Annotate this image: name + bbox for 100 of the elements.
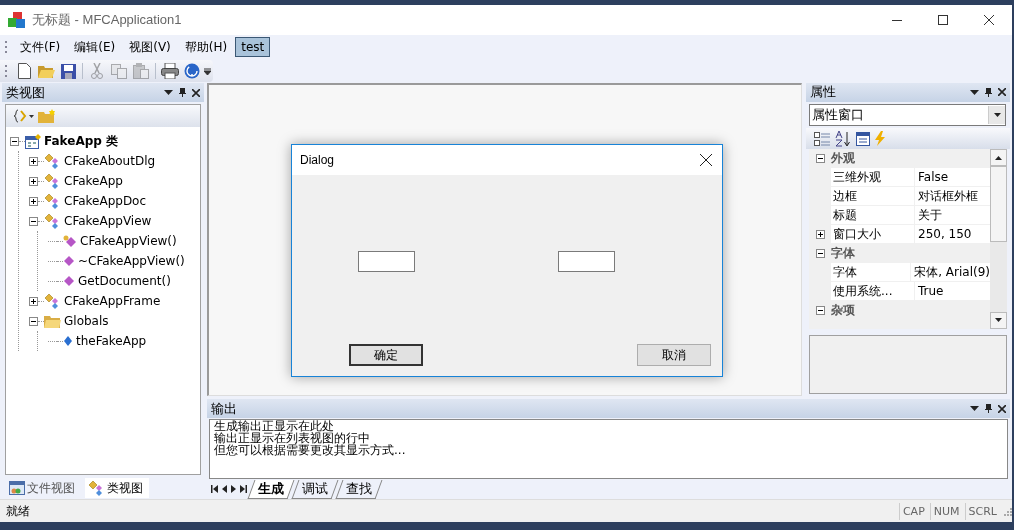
expand-toggle[interactable]: [815, 230, 825, 240]
status-indicator: NUM: [929, 502, 963, 520]
panel-title: 类视图: [6, 83, 45, 102]
dropdown-icon[interactable]: [970, 406, 979, 411]
input-field[interactable]: [358, 251, 415, 272]
grip-icon: [4, 39, 8, 55]
property-value[interactable]: True: [915, 282, 990, 302]
dialog-button[interactable]: 确定: [349, 344, 423, 366]
menu-item[interactable]: 文件(F): [14, 35, 67, 59]
panel-title: 输出: [211, 399, 237, 418]
pin-icon[interactable]: [985, 404, 992, 413]
next-icon[interactable]: [231, 485, 236, 493]
tree-item[interactable]: CFakeAboutDlg: [64, 154, 156, 168]
close-icon[interactable]: [998, 88, 1006, 97]
close-icon: [984, 15, 994, 25]
menu-item[interactable]: 编辑(E): [68, 35, 122, 59]
property-name: 标题: [831, 206, 915, 226]
tree-item[interactable]: CFakeApp: [64, 174, 123, 188]
property-name: 边框: [831, 187, 915, 207]
tree-item[interactable]: GetDocument(): [78, 274, 171, 288]
pin-icon[interactable]: [985, 87, 992, 97]
tree-item[interactable]: CFakeAppView(): [80, 234, 177, 248]
property-value[interactable]: False: [915, 168, 990, 188]
menu-item[interactable]: test: [235, 37, 271, 57]
output-line: 但您可以根据需要更改其显示方式...: [214, 444, 407, 456]
tree-item[interactable]: FakeApp 类: [44, 132, 119, 150]
down-arrow-icon: [995, 318, 1002, 323]
protected-method-icon: [63, 234, 77, 248]
class-icon: [44, 173, 61, 189]
expand-toggle[interactable]: [29, 176, 38, 186]
property-name: 三维外观: [831, 168, 915, 188]
scroll-down-button[interactable]: [990, 311, 1007, 329]
object-dropdown[interactable]: 属性窗口: [809, 103, 1006, 126]
property-name: 字体: [831, 263, 912, 283]
dialog-button[interactable]: 取消: [637, 344, 711, 366]
dropdown-icon[interactable]: [970, 89, 979, 95]
output-line: 生成输出正显示在此处: [214, 420, 334, 432]
panel-tab[interactable]: 类视图: [85, 478, 149, 498]
sort-alphabetical-icon[interactable]: [835, 130, 851, 147]
class-icon: [44, 293, 61, 309]
tree-item[interactable]: CFakeAppFrame: [64, 294, 161, 308]
expand-toggle[interactable]: [29, 216, 38, 226]
close-icon[interactable]: [192, 88, 200, 97]
expand-toggle[interactable]: [815, 154, 825, 164]
new-file-icon[interactable]: [17, 63, 31, 79]
size-grip-icon: [1002, 506, 1012, 516]
save-icon[interactable]: [60, 63, 76, 79]
class-icon: [44, 193, 61, 209]
last-icon[interactable]: [240, 485, 247, 493]
property-pages-icon[interactable]: [856, 131, 870, 146]
class-icon: [44, 153, 61, 169]
category-label: 杂项: [831, 302, 855, 320]
output-tab[interactable]: 生成: [247, 479, 295, 499]
expand-toggle[interactable]: [29, 196, 38, 206]
tree-item[interactable]: CFakeAppDoc: [64, 194, 147, 208]
minimize-icon: [892, 19, 902, 21]
app-icon: [8, 12, 26, 28]
property-value[interactable]: 250, 150: [915, 225, 990, 245]
expand-toggle[interactable]: [29, 296, 38, 306]
printer-icon[interactable]: [161, 63, 179, 79]
expand-toggle[interactable]: [29, 156, 38, 166]
panel-title: 属性: [810, 83, 836, 102]
scroll-up-button[interactable]: [990, 149, 1007, 167]
property-name: 使用系统...: [831, 282, 915, 302]
input-field[interactable]: [558, 251, 615, 272]
tree-item[interactable]: CFakeAppView: [64, 214, 152, 228]
status-indicator: SCRL: [964, 502, 1000, 520]
property-value[interactable]: 关于: [915, 206, 990, 226]
tree-item[interactable]: Globals: [64, 314, 109, 328]
help-icon[interactable]: [184, 63, 200, 79]
expand-toggle[interactable]: [815, 306, 825, 316]
pin-icon[interactable]: [179, 88, 186, 97]
maximize-icon: [938, 15, 948, 25]
scroll-thumb[interactable]: [990, 166, 1007, 243]
method-icon: [63, 255, 75, 267]
panel-tab[interactable]: 文件视图: [6, 478, 81, 498]
category-label: 外观: [831, 150, 855, 168]
project-icon: [25, 133, 41, 149]
property-value[interactable]: 宋体, Arial(9): [911, 263, 990, 283]
class-icon: [88, 480, 105, 496]
class-icon: [44, 213, 61, 229]
close-icon[interactable]: [700, 154, 712, 166]
tree-item[interactable]: theFakeApp: [76, 334, 147, 348]
categorized-icon[interactable]: [814, 131, 830, 146]
close-icon[interactable]: [998, 404, 1006, 413]
up-arrow-icon: [995, 155, 1002, 160]
expand-toggle[interactable]: [10, 136, 19, 146]
menu-item[interactable]: 帮助(H): [178, 35, 234, 59]
tree-item[interactable]: ~CFakeAppView(): [78, 254, 185, 268]
status-text: 就绪: [6, 502, 30, 520]
toolbar-options-icon[interactable]: [204, 67, 211, 75]
dropdown-icon[interactable]: [164, 90, 173, 95]
previous-icon[interactable]: [222, 485, 227, 493]
output-line: 输出正显示在列表视图的行中: [214, 432, 370, 444]
property-value[interactable]: 对话框外框: [915, 187, 990, 207]
expand-toggle[interactable]: [815, 249, 825, 259]
first-icon[interactable]: [211, 485, 218, 493]
class-view-settings-icon[interactable]: [14, 109, 34, 123]
expand-toggle[interactable]: [29, 316, 38, 326]
menu-item[interactable]: 视图(V): [123, 35, 177, 59]
